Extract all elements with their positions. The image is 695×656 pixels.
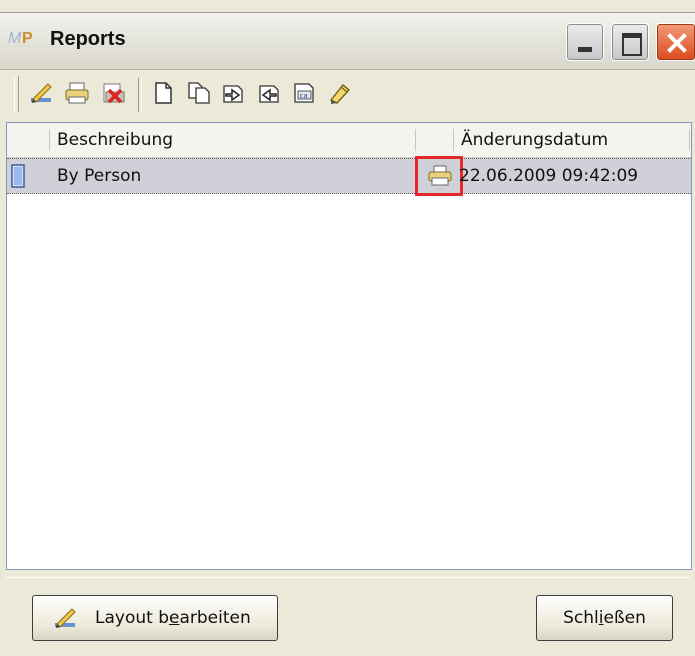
- rename-icon[interactable]: ca: [291, 80, 317, 106]
- toolbar: ca: [6, 70, 695, 120]
- toolbar-separator: [138, 78, 142, 112]
- edit-layout-button[interactable]: Layout bearbeiten: [32, 595, 278, 641]
- edit-layout-label: Layout bearbeiten: [95, 608, 251, 628]
- delete-icon[interactable]: [100, 80, 126, 106]
- list-header: Beschreibung Änderungsdatum: [7, 123, 691, 158]
- svg-text:ca: ca: [300, 92, 308, 100]
- column-divider[interactable]: [49, 129, 50, 151]
- app-icon: M P: [8, 30, 33, 47]
- close-button[interactable]: Schließen: [536, 595, 673, 641]
- column-divider[interactable]: [689, 129, 690, 151]
- print-report-button[interactable]: [415, 156, 463, 196]
- minimize-button[interactable]: [566, 23, 604, 61]
- svg-text:P: P: [22, 30, 33, 47]
- toolbar-grip[interactable]: [14, 76, 19, 112]
- column-divider[interactable]: [453, 129, 454, 151]
- report-name: By Person: [57, 166, 142, 186]
- maximize-button[interactable]: [611, 23, 649, 61]
- reports-window: M P Reports ca Beschreibung Änderungsdat…: [0, 0, 695, 656]
- import-icon[interactable]: [220, 80, 246, 106]
- export-icon[interactable]: [256, 80, 282, 106]
- column-header-description[interactable]: Beschreibung: [57, 123, 173, 157]
- edit-layout-icon: [55, 608, 76, 628]
- table-row[interactable]: By Person 22.06.2009 09:42:09: [7, 156, 691, 196]
- reports-list[interactable]: Beschreibung Änderungsdatum By Person 22…: [6, 122, 692, 570]
- svg-text:M: M: [8, 30, 22, 47]
- properties-icon[interactable]: [327, 80, 353, 106]
- modified-date: 22.06.2009 09:42:09: [459, 166, 639, 186]
- report-icon: [11, 164, 25, 188]
- close-window-button[interactable]: [656, 23, 695, 61]
- column-header-modified-date[interactable]: Änderungsdatum: [461, 123, 608, 157]
- window-title: Reports: [50, 28, 126, 50]
- footer-divider: [6, 577, 690, 578]
- edit-layout-icon[interactable]: [28, 80, 54, 106]
- printer-icon: [428, 165, 452, 186]
- title-bar[interactable]: M P Reports: [0, 12, 695, 70]
- close-label: Schließen: [563, 608, 646, 628]
- new-document-icon[interactable]: [150, 80, 176, 106]
- copy-document-icon[interactable]: [186, 80, 212, 106]
- print-icon[interactable]: [64, 80, 90, 106]
- column-divider[interactable]: [415, 129, 416, 151]
